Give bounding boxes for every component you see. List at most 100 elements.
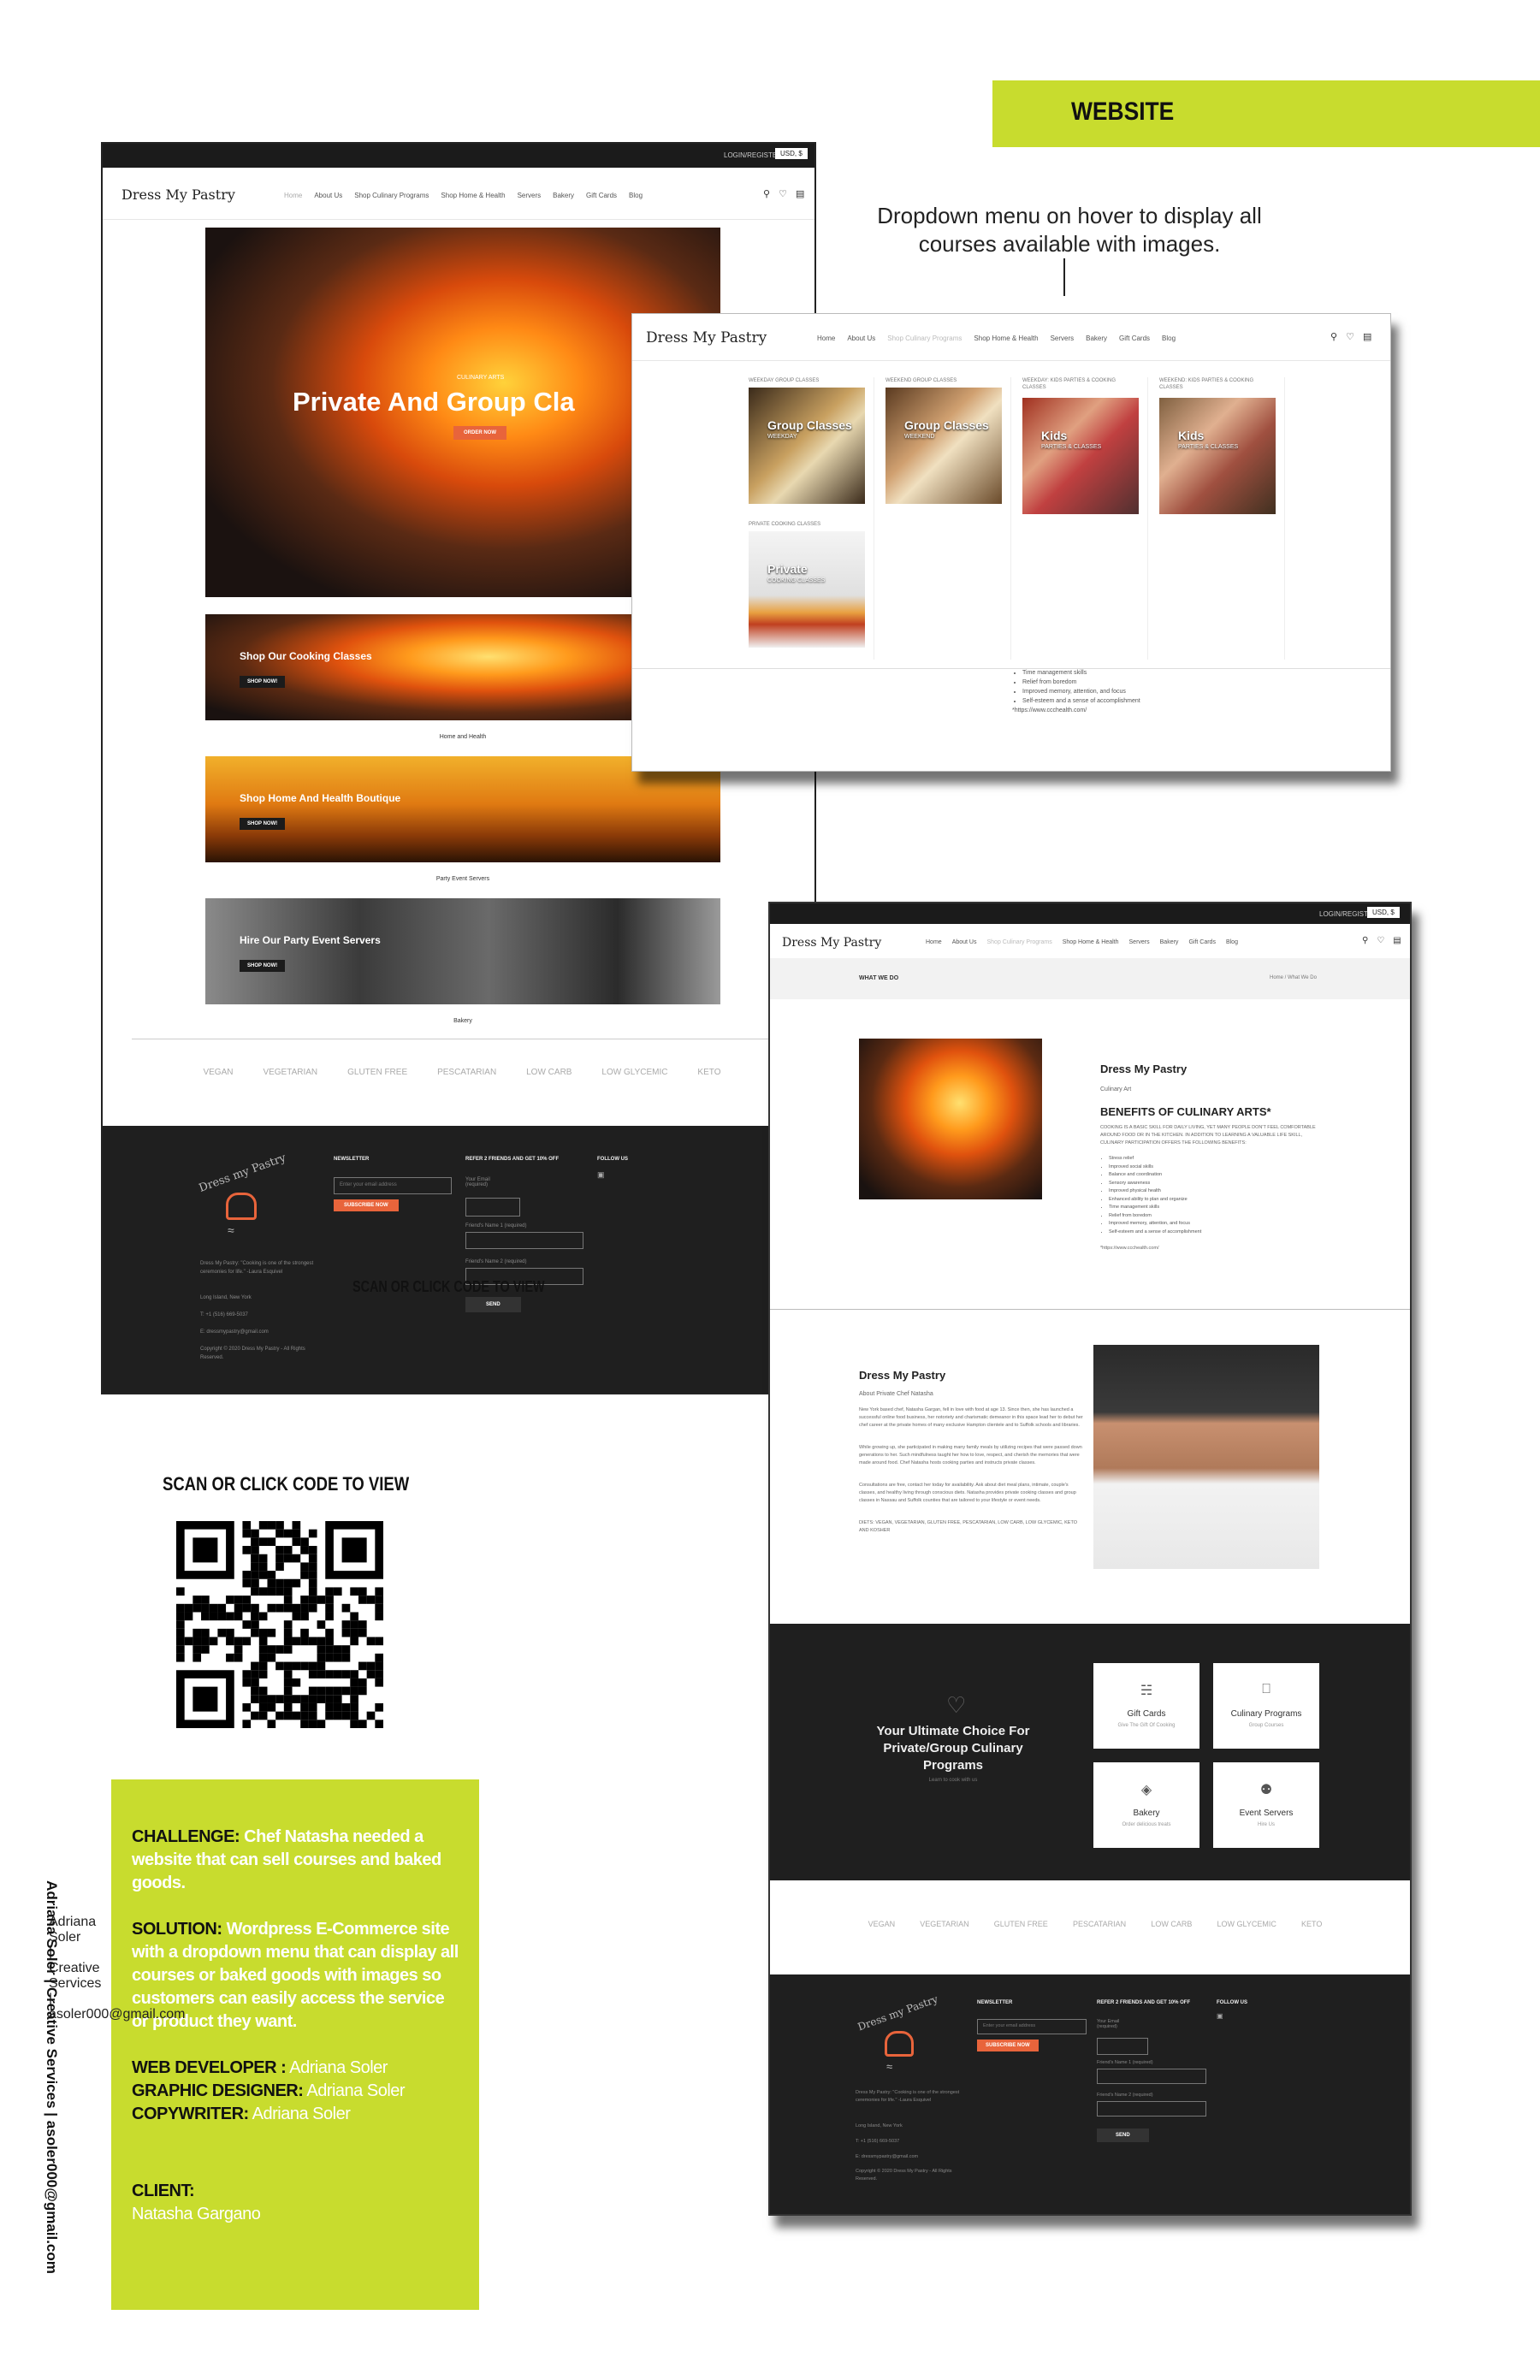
nav-home-health[interactable]: Shop Home & Health <box>1063 939 1119 945</box>
nav-bakery[interactable]: Bakery <box>1160 939 1179 945</box>
subscribe-button[interactable]: SUBSCRIBE NOW <box>334 1199 399 1211</box>
chef-photo <box>1093 1345 1319 1569</box>
subscribe-button[interactable]: SUBSCRIBE NOW <box>977 2040 1039 2051</box>
diet-tag: LOW CARB <box>1151 1920 1193 1928</box>
nav-bakery[interactable]: Bakery <box>553 192 574 199</box>
brand-logo[interactable]: Dress My Pastry <box>121 186 235 203</box>
your-email-input[interactable] <box>465 1198 520 1217</box>
dropdown-item[interactable]: Kids PARTIES & CLASSES <box>1022 398 1139 514</box>
tile-gift-cards[interactable]: ☵ Gift Cards Give The Gift Of Cooking <box>1093 1663 1199 1749</box>
brand-logo[interactable]: Dress My Pastry <box>782 936 881 950</box>
nav-bakery[interactable]: Bakery <box>1086 335 1107 342</box>
breadcrumb[interactable]: Home / What We Do <box>1270 975 1317 980</box>
friend1-input[interactable] <box>465 1232 583 1249</box>
designer-label: GRAPHIC DESIGNER: <box>132 2081 304 2100</box>
friend2-label: Friend's Name 2 (required) <box>465 1259 527 1264</box>
your-email-input[interactable] <box>1097 2038 1148 2055</box>
friend2-label: Friend's Name 2 (required) <box>1097 2093 1153 2098</box>
tile-event-servers[interactable]: ⚉ Event Servers Hire Us <box>1213 1762 1319 1848</box>
tile-bakery[interactable]: ◈ Bakery Order delicious treats <box>1093 1762 1199 1848</box>
nav-about[interactable]: About Us <box>847 335 875 342</box>
nav-icons: ⚲ ♡ ▤ <box>763 188 804 199</box>
shop-now-button[interactable]: SHOP NOW! <box>240 818 286 830</box>
send-button[interactable]: SEND <box>465 1297 521 1312</box>
benefit-item: Improved memory, attention, and focus <box>1109 1220 1201 1228</box>
friend1-input[interactable] <box>1097 2069 1206 2084</box>
newsletter-input[interactable]: Enter your email address <box>334 1177 452 1194</box>
diet-tag: LOW CARB <box>526 1068 572 1077</box>
hero-kicker: CULINARY ARTS <box>457 375 505 381</box>
nav-gift-cards[interactable]: Gift Cards <box>1119 335 1150 342</box>
qr-code[interactable] <box>176 1521 383 1728</box>
nav-gift-cards[interactable]: Gift Cards <box>1188 939 1216 945</box>
benefits-source[interactable]: *https://www.ccchealth.com/ <box>1100 1244 1158 1252</box>
cart-icon[interactable]: ▤ <box>1363 331 1371 342</box>
dropdown-item[interactable]: Kids PARTIES & CLASSES <box>1159 398 1276 514</box>
banner-event-servers[interactable]: Hire Our Party Event Servers SHOP NOW! <box>205 898 720 1004</box>
instagram-icon[interactable]: ▣ <box>597 1170 605 1180</box>
nav-servers[interactable]: Servers <box>1129 939 1150 945</box>
nav-icons: ⚲ ♡ ▤ <box>1330 331 1371 342</box>
tile-culinary-programs[interactable]: ⎕ Culinary Programs Group Courses <box>1213 1663 1319 1749</box>
newsletter-heading: NEWSLETTER <box>334 1157 370 1162</box>
site-footer: Dress my Pastry ≈ Dress My Pastry: "Cook… <box>770 1974 1410 2214</box>
source-link[interactable]: *https://www.ccchealth.com/ <box>1012 707 1087 713</box>
website-tag-label: WEBSITE <box>1071 98 1175 126</box>
currency-select[interactable]: USD, $ <box>1367 907 1400 918</box>
nav-culinary[interactable]: Shop Culinary Programs <box>887 335 962 342</box>
currency-select[interactable]: USD, $ <box>775 148 808 159</box>
footer-phone: T: +1 (516) 669-5037 <box>856 2139 900 2144</box>
nav-blog[interactable]: Blog <box>629 192 643 199</box>
order-now-button[interactable]: ORDER NOW <box>453 426 506 440</box>
nav-about[interactable]: About Us <box>952 939 977 945</box>
nav-home[interactable]: Home <box>926 939 942 945</box>
account-link[interactable]: LOGIN/REGISTER <box>724 151 782 159</box>
shop-now-button[interactable]: SHOP NOW! <box>240 676 286 688</box>
section-divider <box>770 1309 1410 1310</box>
heart-icon[interactable]: ♡ <box>779 188 787 199</box>
search-icon[interactable]: ⚲ <box>763 188 770 199</box>
nav-servers[interactable]: Servers <box>518 192 542 199</box>
shop-now-button[interactable]: SHOP NOW! <box>240 960 286 972</box>
banner-home-health[interactable]: Shop Home And Health Boutique SHOP NOW! <box>205 756 720 862</box>
brand-logo[interactable]: Dress My Pastry <box>646 329 767 346</box>
case-study-box: CHALLENGE: Chef Natasha needed a website… <box>111 1779 479 2310</box>
dropdown-item-title: Kids <box>1178 429 1205 442</box>
cart-icon[interactable]: ▤ <box>1393 936 1401 945</box>
nav-home-health[interactable]: Shop Home & Health <box>441 192 505 199</box>
benefit-item: Improved memory, attention, and focus <box>1022 687 1140 696</box>
pot-icon: ⎕ <box>1262 1682 1270 1696</box>
nav-culinary[interactable]: Shop Culinary Programs <box>354 192 429 199</box>
dropdown-item[interactable]: Group Classes WEEKEND <box>886 388 1002 504</box>
diet-tag: LOW GLYCEMIC <box>601 1068 668 1077</box>
dropdown-item[interactable]: Group Classes WEEKDAY <box>749 388 865 504</box>
cart-icon[interactable]: ▤ <box>796 188 804 199</box>
heart-icon[interactable]: ♡ <box>1377 936 1384 945</box>
nav-blog[interactable]: Blog <box>1162 335 1176 342</box>
footer-email[interactable]: E: dressmypastry@gmail.com <box>856 2152 918 2161</box>
dropdown-category: WEEKEND GROUP CLASSES <box>886 378 957 383</box>
heart-icon[interactable]: ♡ <box>1346 331 1354 342</box>
nav-culinary[interactable]: Shop Culinary Programs <box>986 939 1051 945</box>
search-icon[interactable]: ⚲ <box>1362 936 1368 945</box>
newsletter-input[interactable]: Enter your email address <box>977 2019 1087 2034</box>
instagram-icon[interactable]: ▣ <box>1217 2012 1223 2020</box>
nav-gift-cards[interactable]: Gift Cards <box>586 192 617 199</box>
benefits-list-partial: Time management skills Relief from bored… <box>1012 668 1140 706</box>
nav-home[interactable]: Home <box>284 192 302 199</box>
nav-about[interactable]: About Us <box>314 192 342 199</box>
nav-home[interactable]: Home <box>817 335 835 342</box>
nav-home-health[interactable]: Shop Home & Health <box>974 335 1038 342</box>
nav-blog[interactable]: Blog <box>1226 939 1238 945</box>
footer-email[interactable]: E: dressmypastry@gmail.com <box>200 1328 269 1336</box>
mustache-icon: ≈ <box>228 1223 234 1237</box>
friend2-input[interactable] <box>1097 2101 1206 2117</box>
credit-webdev: WEB DEVELOPER : Adriana Soler <box>132 2057 459 2080</box>
footer-quote: Dress My Pastry: "Cooking is one of the … <box>856 2090 960 2103</box>
dropdown-item[interactable]: Private COOKING CLASSES <box>749 531 865 648</box>
search-icon[interactable]: ⚲ <box>1330 331 1337 342</box>
nav-servers[interactable]: Servers <box>1051 335 1075 342</box>
follow-heading: FOLLOW US <box>1217 2000 1247 2005</box>
dropdown-item-title: Private <box>767 562 808 576</box>
send-button[interactable]: SEND <box>1097 2128 1149 2142</box>
